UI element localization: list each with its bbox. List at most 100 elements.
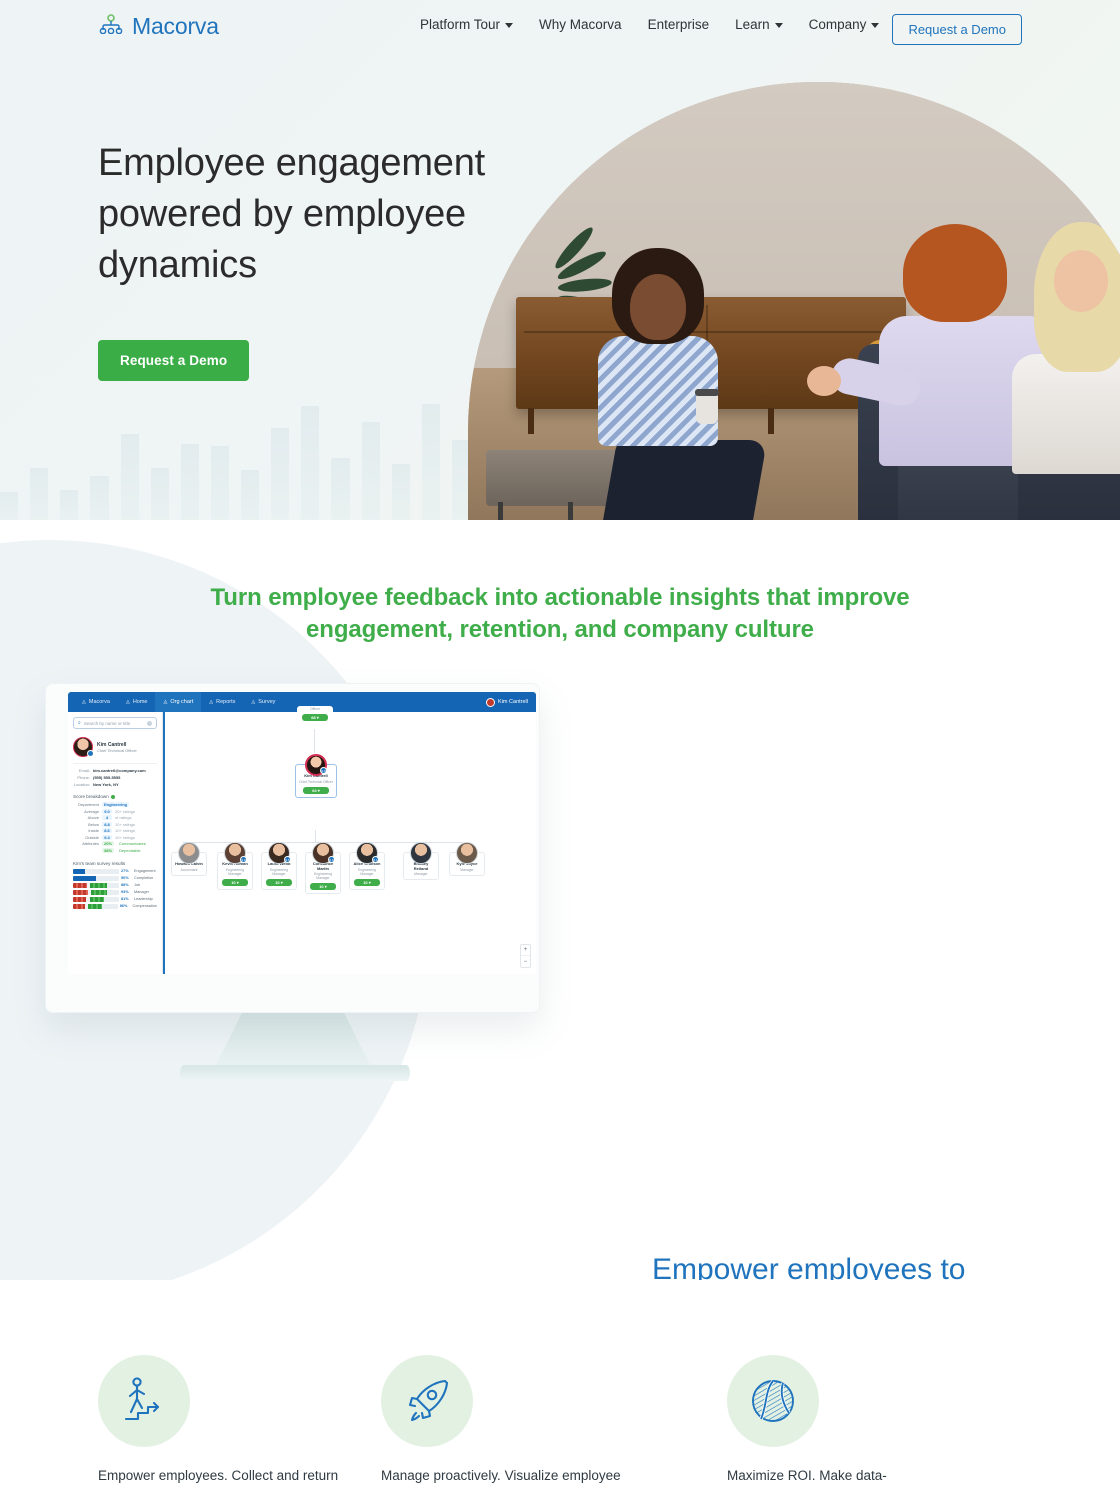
team-result-percent: 88% xyxy=(121,883,129,887)
org-chart-zoom-controls[interactable]: + − xyxy=(520,944,531,968)
team-result-percent: 50% xyxy=(121,876,129,880)
dashboard-monitor-mockup: ◬ Macorva ◬ Home ◬ Org chart ◬ Reports ◬ Survey Ki… xyxy=(45,683,540,1081)
org-node-score: 64 ▾ xyxy=(303,786,329,794)
org-node-title: Engineering Manager xyxy=(313,872,333,881)
org-chart-connector xyxy=(314,729,315,753)
score-breakdown-rows: Department Engineering Average 9.0 20+ ratin… xyxy=(73,802,157,853)
org-chart-node[interactable]: 9.0Kim CantrellChief Technical Officer64… xyxy=(295,754,337,798)
team-result-bar xyxy=(73,882,119,888)
team-result-name: Completion xyxy=(134,876,154,880)
team-result-percent: 81% xyxy=(121,897,129,901)
nav-request-demo-button[interactable]: Request a Demo xyxy=(892,14,1022,45)
hero-section: Employee engagement powered by employee … xyxy=(0,0,1120,520)
score-row-value: 9.4 xyxy=(102,834,112,840)
photo-person-left xyxy=(578,244,768,520)
team-result-name: Leadership xyxy=(134,897,153,901)
app-nav-reports[interactable]: ◬ Reports xyxy=(201,692,243,712)
org-chart-node[interactable]: 9.1 Alice Gholson Engineering Manager 10 ▾ xyxy=(349,842,385,890)
score-row-note: Dependable xyxy=(119,847,141,853)
feature-item: Empower employees. Collect and return xyxy=(0,1355,341,1510)
app-search-input[interactable]: ⌕ Search by name or title xyxy=(73,717,157,729)
team-results-rows: 27% Engagement 50% Completion 88% Job 93% Manag… xyxy=(73,868,157,909)
org-node-title: Chief Technical Officer xyxy=(299,779,333,784)
monitor-stand-base xyxy=(180,1065,410,1081)
info-icon xyxy=(110,794,115,799)
score-badge: 9.5 xyxy=(284,856,291,863)
nav-link-learn[interactable]: Learn xyxy=(735,17,783,32)
hero-bar xyxy=(241,470,260,520)
app-user-menu[interactable]: Kim Cantrell xyxy=(486,697,536,707)
meeting-photo xyxy=(468,82,1120,520)
org-chart-node[interactable]: Bradley ReilandManager xyxy=(403,842,439,881)
app-sidebar: ⌕ Search by name or title Kim Cantrell C… xyxy=(68,712,163,974)
nav-link-why-macorva[interactable]: Why Macorva xyxy=(539,17,622,32)
score-row-value: 8.8 xyxy=(102,821,112,827)
rocket-icon xyxy=(381,1355,473,1447)
app-nav-survey[interactable]: ◬ Survey xyxy=(243,692,283,712)
org-node-title: Manager xyxy=(414,872,428,877)
app-nav-home[interactable]: ◬ Home xyxy=(118,692,156,712)
hero-bar xyxy=(301,406,320,520)
team-result-row: 27% Engagement xyxy=(73,868,157,874)
team-result-bar xyxy=(73,868,119,874)
avatar: 9.5 xyxy=(268,842,291,864)
nav-link-label: Platform Tour xyxy=(420,17,501,32)
org-chart-node[interactable]: Kyle JoyceManager xyxy=(449,842,485,876)
score-row-value: 20% xyxy=(102,841,115,846)
org-node-title: Engineering Manager xyxy=(225,867,245,876)
app-nav-macorva[interactable]: ◬ Macorva xyxy=(74,692,118,712)
team-result-name: Engagement xyxy=(134,869,156,873)
clear-search-icon[interactable] xyxy=(147,720,152,726)
team-result-row: 81% Leadership xyxy=(73,896,157,902)
app-search-placeholder: Search by name or title xyxy=(83,720,131,726)
team-result-name: Job xyxy=(134,883,141,887)
brand-logo[interactable]: Macorva xyxy=(98,13,219,40)
org-chart-canvas[interactable]: + − Officer 68 ▾ 9.0Kim CantrellChief Tech… xyxy=(163,706,536,974)
avatar xyxy=(410,842,432,864)
profile-field-value: (555) 555-5555 xyxy=(93,775,121,780)
org-chart-node[interactable]: 9.0Constance MartinEngineering Manager10… xyxy=(305,842,341,895)
profile-field: Email: kim.cantrell@company.com xyxy=(73,768,157,773)
zoom-out-button[interactable]: − xyxy=(521,956,530,967)
app-nav-org-chart[interactable]: ◬ Org chart xyxy=(155,692,202,712)
hero-bar xyxy=(90,476,109,520)
score-row-value: 4 xyxy=(102,815,112,820)
hero-request-demo-button[interactable]: Request a Demo xyxy=(98,339,250,381)
score-row-label: Above xyxy=(87,815,99,820)
photo-person-right xyxy=(1008,214,1120,520)
team-result-percent: 93% xyxy=(121,890,129,894)
score-row-note: 10+ ratings xyxy=(115,821,135,827)
score-row-note: 20+ ratings xyxy=(115,808,135,814)
feature-item: Manage proactively. Visualize employee xyxy=(341,1355,682,1510)
score-breakdown-row: 38% Dependable xyxy=(73,847,157,853)
hero-copy: Employee engagement powered by employee … xyxy=(98,138,518,381)
section-heading: Turn employee feedback into actionable i… xyxy=(210,584,910,644)
team-result-row: 50% Completion xyxy=(73,875,157,881)
score-badge: 9.0 xyxy=(320,767,327,774)
feature-caption: Manage proactively. Visualize employee xyxy=(381,1468,621,1483)
org-chart-node[interactable]: 9.0Kevin RomanEngineering Manager10 ▾ xyxy=(217,842,253,890)
main-navbar: Macorva Platform Tour Why Macorva Enterpri… xyxy=(0,0,1120,56)
score-row-label: Outside xyxy=(85,834,99,840)
zoom-in-button[interactable]: + xyxy=(521,945,530,956)
team-result-bar xyxy=(73,875,119,881)
avatar: 9.0 xyxy=(312,842,335,864)
org-node-title: Manager xyxy=(460,867,474,872)
report-icon: ◬ xyxy=(209,699,214,705)
team-result-percent: 27% xyxy=(121,869,129,873)
pie-chart-icon xyxy=(727,1355,819,1447)
app-nav-label: Reports xyxy=(216,699,236,705)
avatar: 9.0 xyxy=(305,754,327,776)
avatar: 9.1 xyxy=(356,842,379,864)
nav-link-company[interactable]: Company xyxy=(809,17,880,32)
org-chart-node[interactable]: 9.5Laura WebbEngineering Manager10 ▾ xyxy=(261,842,297,890)
org-chart-node[interactable]: Howard Calvin Accountant xyxy=(171,842,207,876)
chevron-down-icon xyxy=(871,23,880,28)
score-row-value: Engineering xyxy=(102,802,130,807)
network-tree-icon xyxy=(98,14,124,39)
team-result-row: 86% Compensation xyxy=(73,903,157,909)
score-row-note: of ratings xyxy=(115,815,132,820)
nav-link-platform-tour[interactable]: Platform Tour xyxy=(420,17,514,32)
nav-link-enterprise[interactable]: Enterprise xyxy=(648,17,710,32)
org-chart-root-node[interactable]: Officer 68 ▾ xyxy=(297,706,333,722)
